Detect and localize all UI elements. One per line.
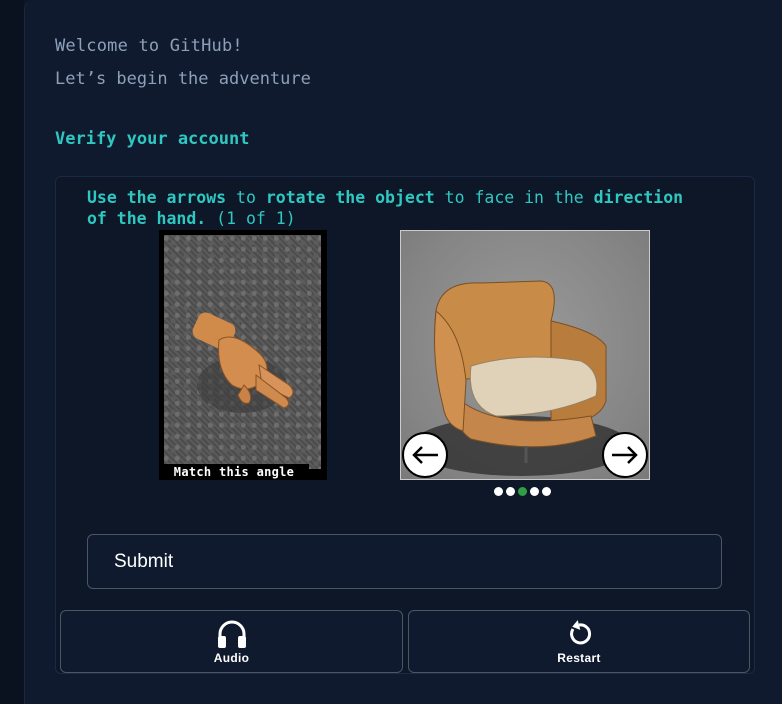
instr-text-2: to face in the [434,188,594,207]
rotate-left-button[interactable] [402,432,448,478]
pointing-hand-icon [192,312,294,413]
progress-dot [494,487,503,496]
progress-dots [494,487,551,496]
submit-button[interactable]: Submit [87,534,722,589]
audio-button[interactable]: Audio [60,610,403,673]
verify-title: Verify your account [55,129,250,149]
instr-text-1: to [226,188,266,207]
arrow-right-icon [612,446,638,464]
instr-progress: (1 of 1) [206,209,296,228]
rotate-right-button[interactable] [602,432,648,478]
progress-dot [530,487,539,496]
restart-label: Restart [557,650,601,665]
audio-label: Audio [213,650,250,665]
welcome-text: Welcome to GitHub! [55,36,243,56]
progress-dot [518,487,527,496]
restart-icon [570,619,592,644]
progress-dot [542,487,551,496]
headphones-icon [217,620,246,648]
restart-button[interactable]: Restart [408,610,750,673]
instr-emph-1: Use the arrows [87,188,227,207]
instr-emph-2: rotate the object [265,188,435,207]
hand-image [164,235,321,469]
subtitle-text: Let’s begin the adventure [55,69,311,89]
arrow-left-icon [412,446,438,464]
hint-image: Match this angle [159,230,327,480]
progress-dot [506,487,515,496]
captcha-instructions: Use the arrows to rotate the object to f… [87,187,687,229]
left-gutter [0,0,24,704]
match-angle-label: Match this angle [159,464,309,480]
